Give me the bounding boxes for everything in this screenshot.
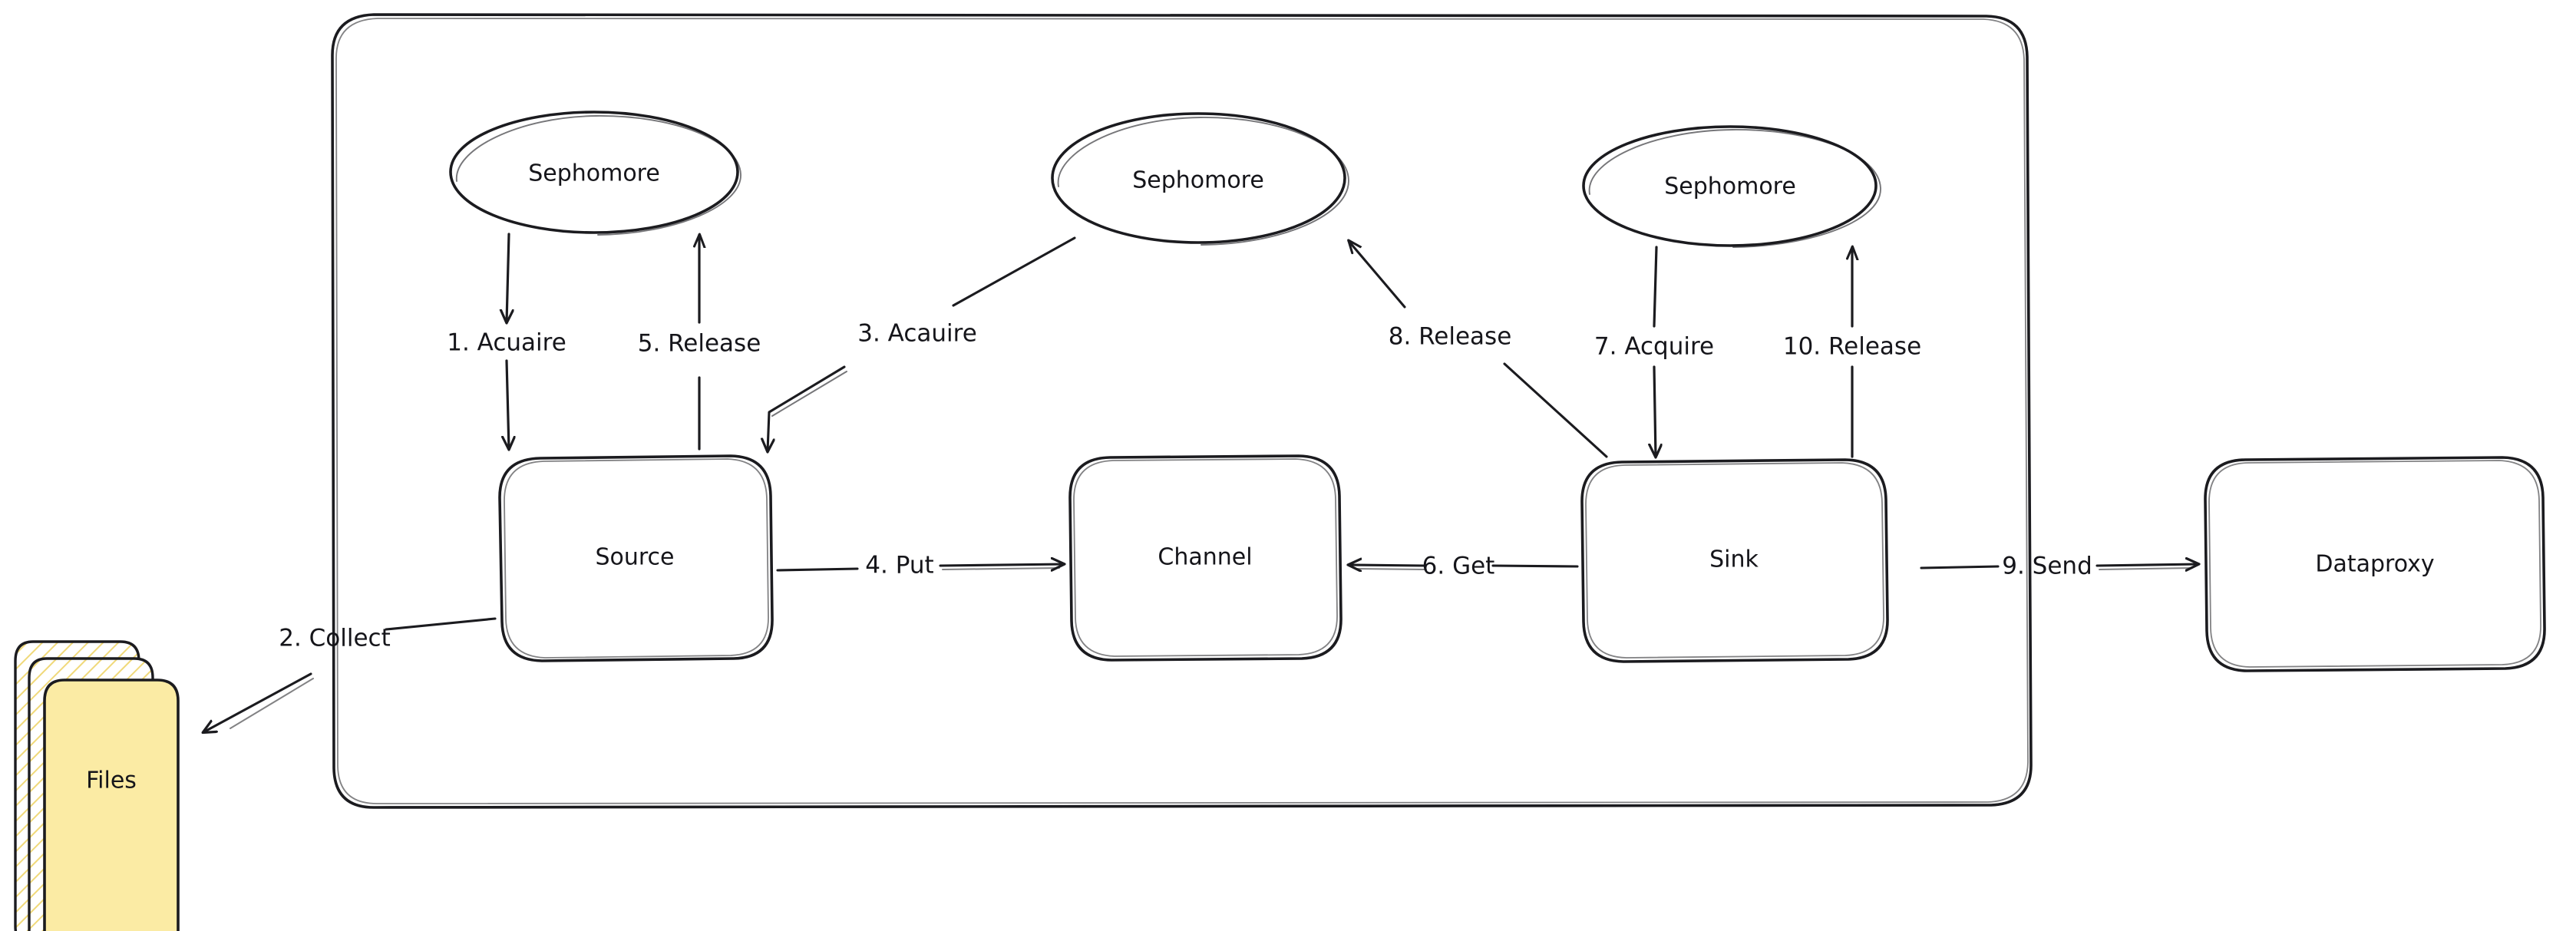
- edge-4-label: 4. Put: [865, 552, 933, 579]
- dataproxy-label: Dataproxy: [2315, 551, 2434, 578]
- edge-3-label: 3. Acauire: [857, 320, 977, 348]
- node-dataproxy[interactable]: Dataproxy: [2204, 456, 2546, 672]
- semaphore-right-label: Sephomore: [1664, 173, 1796, 200]
- edge-2-label: 2. Collect: [279, 625, 391, 652]
- diagram-svg: Sephomore Sephomore Sephomore Source Cha…: [14, 13, 2546, 931]
- source-label: Source: [595, 544, 674, 571]
- edge-6-label: 6. Get: [1422, 553, 1495, 580]
- edge-10-label: 10. Release: [1783, 333, 1921, 361]
- node-semaphore-right[interactable]: Sephomore: [1582, 125, 1881, 248]
- edge-1-acquire: 1. Acuaire: [447, 233, 566, 449]
- node-files[interactable]: Files: [14, 640, 180, 931]
- node-sink[interactable]: Sink: [1580, 458, 1889, 663]
- edge-5-release: 5. Release: [638, 235, 761, 451]
- edge-10-release: 10. Release: [1783, 247, 1921, 458]
- node-semaphore-middle[interactable]: Sephomore: [1051, 112, 1349, 246]
- edge-4-put: 4. Put: [776, 552, 1064, 579]
- edge-8-release: 8. Release: [1349, 241, 1608, 458]
- edge-9-send: 9. Send: [1920, 553, 2198, 580]
- sink-label: Sink: [1709, 546, 1759, 573]
- node-channel[interactable]: Channel: [1068, 454, 1342, 662]
- channel-label: Channel: [1158, 544, 1252, 571]
- node-semaphore-left[interactable]: Sephomore: [449, 111, 741, 236]
- edge-1-label: 1. Acuaire: [447, 329, 566, 357]
- edge-7-acquire: 7. Acquire: [1594, 246, 1714, 457]
- edge-7-label: 7. Acquire: [1594, 333, 1714, 361]
- diagram-canvas: Sephomore Sephomore Sephomore Source Cha…: [0, 0, 2576, 931]
- edge-8-label: 8. Release: [1389, 323, 1512, 351]
- semaphore-left-label: Sephomore: [528, 160, 660, 187]
- node-source[interactable]: Source: [498, 454, 774, 662]
- edge-9-label: 9. Send: [2002, 553, 2092, 580]
- files-label: Files: [86, 768, 137, 794]
- semaphore-middle-label: Sephomore: [1132, 167, 1264, 194]
- edge-5-label: 5. Release: [638, 330, 761, 358]
- edge-2-collect: 2. Collect: [203, 617, 497, 732]
- edge-3-acquire: 3. Acauire: [768, 236, 1076, 451]
- edge-6-get: 6. Get: [1349, 553, 1579, 580]
